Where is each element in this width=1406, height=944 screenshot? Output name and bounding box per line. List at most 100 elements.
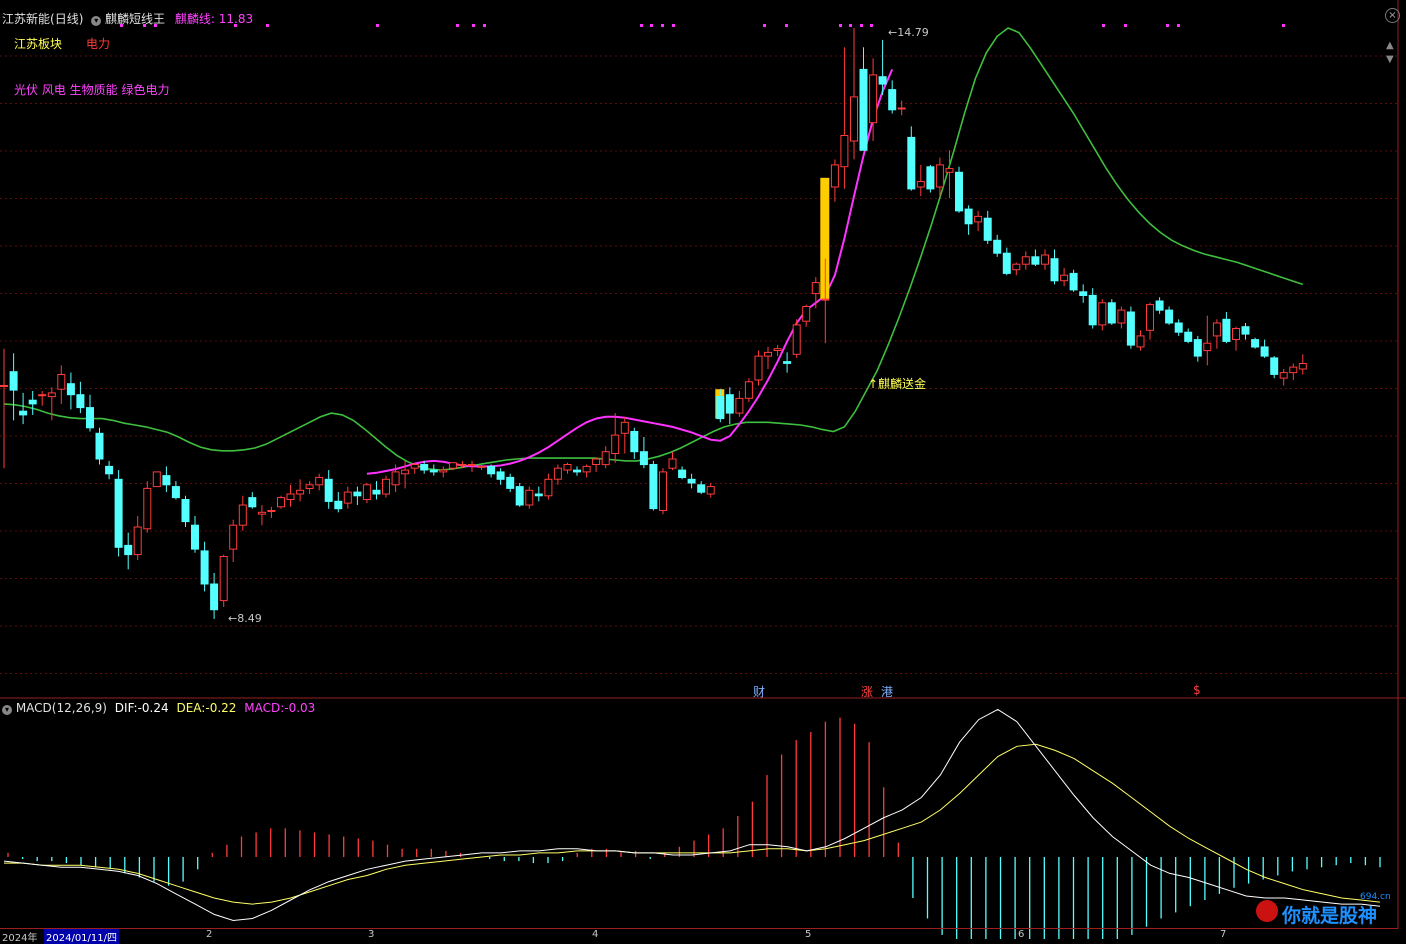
event-cai-marker[interactable]: 财 [753,683,765,700]
watermark-text: 你就是股神 [1282,905,1378,927]
candle-body [0,385,8,387]
dea-label: DEA: [176,701,206,715]
candle [162,466,171,493]
candle [66,372,75,410]
candle [974,210,983,232]
signal-dot [763,24,766,27]
candle [372,481,381,500]
candle [1232,326,1240,351]
event-dollar-marker[interactable]: $ [1193,683,1201,697]
buy-signal-bars [715,177,830,419]
candle [964,205,973,235]
sector-label: 江苏板块 [14,37,63,51]
candle-body [267,510,276,512]
candle [1184,328,1193,344]
scroll-down-icon[interactable]: ▼ [1386,54,1394,65]
candle-body [649,464,658,510]
macd-label[interactable]: MACD(12,26,9) [16,701,107,715]
dif-label: DIF: [114,701,138,715]
candle-body [907,136,916,190]
candle-body [1165,309,1174,324]
candle-body [1117,309,1126,324]
candle [152,471,161,488]
cursor-date[interactable]: 2024/01/11/四 [44,929,120,944]
candle-body [1203,342,1212,352]
candle-body [773,348,782,352]
candle-body [1184,331,1193,342]
candle-body [592,458,601,465]
candle [324,470,333,509]
candles[interactable] [0,28,1307,619]
candle-body [964,208,973,225]
candle-body [1136,335,1145,348]
candle-body [601,451,610,466]
candle [563,462,572,474]
close-icon[interactable]: × [1385,8,1400,23]
stock-name[interactable]: 江苏新能 [2,12,50,26]
candle-body [544,478,553,497]
candle [955,166,963,213]
candle-body [706,486,715,495]
candle-body [1069,272,1078,291]
candle [993,234,1002,257]
candle [897,100,906,116]
event-zhang-marker[interactable]: 涨 [861,683,873,700]
candle [1146,302,1154,340]
candle-body [1002,252,1011,274]
green-ma-path [3,27,1304,471]
candle-body [783,361,792,364]
scroll-up-icon[interactable]: ▲ [1386,40,1394,51]
candle [1298,354,1307,375]
candle-body [458,464,467,466]
candle-body [200,550,209,585]
candle [553,464,562,485]
candle-body [1298,363,1307,370]
candle-body [124,544,133,556]
candle-body [1060,274,1069,282]
candle-body [315,476,324,486]
candle-body [735,397,744,414]
candle [1050,249,1059,285]
header-bar: 江苏新能(日线) ▾ 麒麟短线王 麒麟线: 11.83 [2,10,253,27]
candle-body [926,166,935,190]
candle [343,486,352,509]
concept-labels: 光伏 风电 生物质能 绿色电力 [14,83,170,97]
macd-collapse-icon[interactable]: ▾ [2,705,12,715]
green-ma-line [3,27,1304,471]
candle-body [840,135,849,168]
price-grid [0,55,1398,674]
candle-body [86,407,94,429]
candle-body [993,239,1002,254]
candle-body [916,181,925,188]
candle [1126,306,1135,349]
candle [1088,288,1097,329]
candle-body [171,486,180,499]
candle-body [659,471,667,511]
candle-body [95,432,104,460]
candle [429,464,438,476]
collapse-icon[interactable]: ▾ [91,16,102,26]
candle-body [420,464,429,471]
candle [28,391,37,415]
macd-panel [3,708,1381,939]
candle-body [401,469,410,475]
event-gang-marker[interactable]: 港 [881,683,893,700]
low-price-marker: ←8.49 [228,612,262,625]
candle-body [28,399,37,405]
signal-dot [266,24,269,27]
candle [668,451,677,471]
high-price-value: 14.79 [897,26,929,39]
indicator-name[interactable]: 麒麟短线王 [105,12,165,26]
candle [1279,369,1288,386]
kirin-signal-text: ↑麒麟送金 [868,377,927,391]
candle-body [257,511,266,515]
signal-dot [1124,24,1127,27]
candle-body [888,89,897,111]
macd-value: -0.03 [284,701,316,715]
candle [57,365,66,404]
candle-body [38,394,47,397]
candle-body [277,497,285,508]
candle [86,394,94,432]
candle-body [477,465,486,468]
candle [191,516,199,553]
